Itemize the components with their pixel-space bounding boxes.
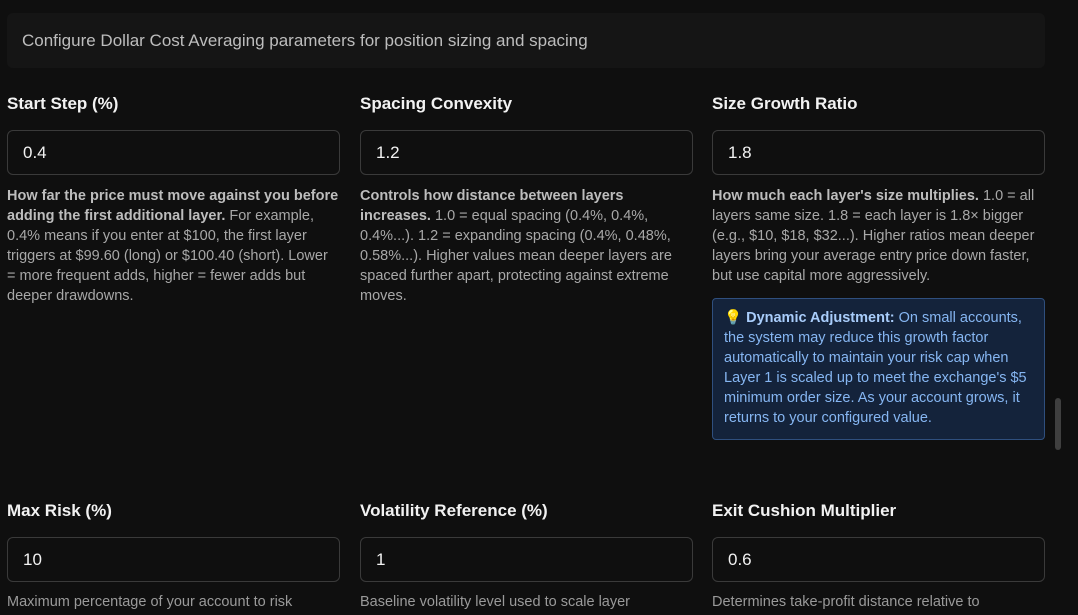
input-value: 1.8 bbox=[728, 142, 752, 162]
field-spacing-convexity: Spacing Convexity 1.2 Controls how dista… bbox=[360, 92, 693, 306]
field-label: Exit Cushion Multiplier bbox=[712, 501, 897, 520]
field-label: Volatility Reference (%) bbox=[360, 501, 548, 520]
help-text: How far the price must move against you … bbox=[7, 186, 340, 306]
start-step-input[interactable]: 0.4 bbox=[7, 130, 340, 175]
input-value: 10 bbox=[23, 549, 42, 569]
help-text: How much each layer's size multiplies. 1… bbox=[712, 186, 1045, 286]
field-max-risk: Max Risk (%) 10 Maximum percentage of yo… bbox=[7, 499, 340, 612]
help-text: Determines take-profit distance relative… bbox=[712, 594, 980, 610]
field-label: Spacing Convexity bbox=[360, 94, 513, 113]
callout-title: Dynamic Adjustment: bbox=[746, 310, 895, 326]
max-risk-input[interactable]: 10 bbox=[7, 537, 340, 582]
field-label: Start Step (%) bbox=[7, 94, 119, 113]
help-text: Controls how distance between layers inc… bbox=[360, 186, 693, 306]
input-value: 0.4 bbox=[23, 142, 47, 162]
size-growth-ratio-input[interactable]: 1.8 bbox=[712, 130, 1045, 175]
exit-cushion-multiplier-input[interactable]: 0.6 bbox=[712, 537, 1045, 582]
field-label: Size Growth Ratio bbox=[712, 94, 858, 113]
spacing-convexity-input[interactable]: 1.2 bbox=[360, 130, 693, 175]
description-banner: Configure Dollar Cost Averaging paramete… bbox=[7, 13, 1045, 68]
scrollbar-thumb[interactable] bbox=[1055, 398, 1061, 450]
field-label: Max Risk (%) bbox=[7, 501, 112, 520]
dynamic-adjustment-callout: 💡 Dynamic Adjustment: On small accounts,… bbox=[712, 298, 1045, 440]
lightbulb-icon: 💡 bbox=[724, 310, 743, 326]
field-volatility-reference: Volatility Reference (%) 1 Baseline vola… bbox=[360, 499, 693, 612]
help-text: Baseline volatility level used to scale … bbox=[360, 594, 630, 610]
field-start-step: Start Step (%) 0.4 How far the price mus… bbox=[7, 92, 340, 306]
field-exit-cushion-multiplier: Exit Cushion Multiplier 0.6 Determines t… bbox=[712, 499, 1045, 612]
help-text: Maximum percentage of your account to ri… bbox=[7, 594, 293, 610]
callout-text: On small accounts, the system may reduce… bbox=[724, 310, 1027, 426]
input-value: 0.6 bbox=[728, 549, 752, 569]
help-bold: How much each layer's size multiplies. bbox=[712, 188, 979, 204]
field-size-growth-ratio: Size Growth Ratio 1.8 How much each laye… bbox=[712, 92, 1045, 440]
input-value: 1 bbox=[376, 549, 386, 569]
volatility-reference-input[interactable]: 1 bbox=[360, 537, 693, 582]
description-text: Configure Dollar Cost Averaging paramete… bbox=[22, 30, 588, 50]
input-value: 1.2 bbox=[376, 142, 400, 162]
